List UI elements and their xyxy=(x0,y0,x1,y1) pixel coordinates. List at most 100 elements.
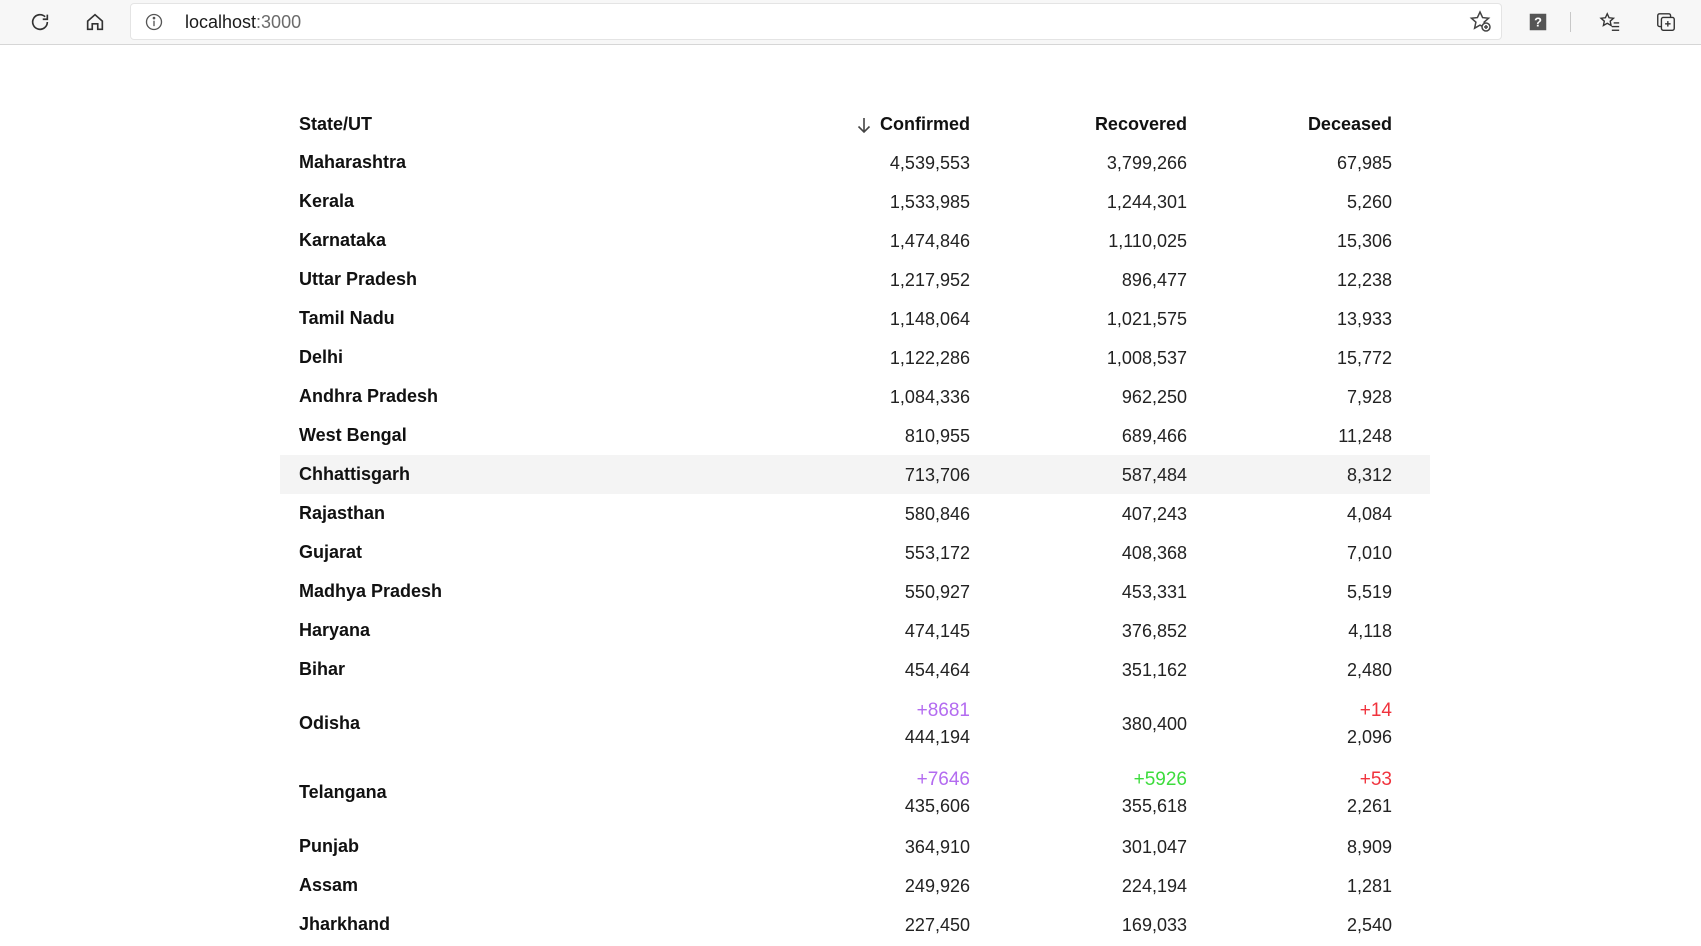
table-row[interactable]: Telangana +7646 435,606 +5926 355,618 +53 2,26… xyxy=(280,758,1430,827)
deceased-cell: 4,084 xyxy=(1347,494,1392,533)
recovered-value: 407,243 xyxy=(1121,503,1187,524)
address-bar[interactable]: localhost:3000 xyxy=(130,3,1502,40)
deceased-cell: 2,480 xyxy=(1347,650,1392,689)
table-row[interactable]: Andhra Pradesh 1,084,336 962,250 7,928 xyxy=(280,377,1430,416)
deceased-value: 2,261 xyxy=(1346,795,1392,816)
recovered-cell: 351,162 xyxy=(1122,650,1187,689)
recovered-value: 3,799,266 xyxy=(1106,152,1187,173)
table-row[interactable]: Uttar Pradesh 1,217,952 896,477 12,238 xyxy=(280,260,1430,299)
header-confirmed-label: Confirmed xyxy=(880,114,970,134)
deceased-cell: 5,519 xyxy=(1347,572,1392,611)
recovered-cell: 3,799,266 xyxy=(1107,143,1187,182)
confirmed-cell: 580,846 xyxy=(905,494,970,533)
deceased-cell: 67,985 xyxy=(1337,143,1392,182)
table-row[interactable]: Kerala 1,533,985 1,244,301 5,260 xyxy=(280,182,1430,221)
recovered-cell: 896,477 xyxy=(1122,260,1187,299)
table-row[interactable]: Jharkhand 227,450 169,033 2,540 xyxy=(280,905,1430,944)
header-state[interactable]: State/UT xyxy=(299,106,372,143)
state-name: Andhra Pradesh xyxy=(299,386,439,406)
table-row[interactable]: Punjab 364,910 301,047 8,909 xyxy=(280,827,1430,866)
confirmed-cell: 474,145 xyxy=(905,611,970,650)
confirmed-cell: 227,450 xyxy=(905,905,970,944)
deceased-cell: 4,118 xyxy=(1348,611,1392,650)
add-favorite-icon[interactable] xyxy=(1468,9,1492,38)
refresh-icon[interactable] xyxy=(24,6,56,38)
recovered-cell: 962,250 xyxy=(1122,377,1187,416)
recovered-value: 962,250 xyxy=(1121,386,1187,407)
favorites-icon[interactable] xyxy=(1594,6,1626,38)
recovered-cell: 689,466 xyxy=(1122,416,1187,455)
deceased-value: 67,985 xyxy=(1336,152,1392,173)
table-row[interactable]: Bihar 454,464 351,162 2,480 xyxy=(280,650,1430,689)
table-row[interactable]: Assam 249,926 224,194 1,281 xyxy=(280,866,1430,905)
deceased-cell: 11,248 xyxy=(1338,416,1392,455)
confirmed-cell: 1,148,064 xyxy=(890,299,970,338)
deceased-value: 2,480 xyxy=(1346,659,1392,680)
confirmed-value: 713,706 xyxy=(904,464,970,485)
deceased-value: 8,909 xyxy=(1346,836,1392,857)
confirmed-cell: 1,122,286 xyxy=(890,338,970,377)
table-row[interactable]: Delhi 1,122,286 1,008,537 15,772 xyxy=(280,338,1430,377)
recovered-cell: 408,368 xyxy=(1122,533,1187,572)
table-row[interactable]: Odisha +8681 444,194 380,400 +14 2,096 xyxy=(280,689,1430,758)
confirmed-value: 1,474,846 xyxy=(889,230,970,251)
header-recovered[interactable]: Recovered xyxy=(1095,106,1187,143)
deceased-cell: 15,306 xyxy=(1337,221,1392,260)
recovered-cell: 1,021,575 xyxy=(1107,299,1187,338)
confirmed-value: 364,910 xyxy=(904,836,970,857)
table-row[interactable]: Rajasthan 580,846 407,243 4,084 xyxy=(280,494,1430,533)
confirmed-value: 249,926 xyxy=(904,875,970,896)
recovered-delta: +5926 xyxy=(1133,768,1187,790)
confirmed-delta: +7646 xyxy=(916,768,970,790)
recovered-cell: 1,008,537 xyxy=(1107,338,1187,377)
table-row[interactable]: Haryana 474,145 376,852 4,118 xyxy=(280,611,1430,650)
deceased-value: 2,540 xyxy=(1346,914,1392,935)
collections-icon[interactable] xyxy=(1650,6,1682,38)
table-row[interactable]: Chhattisgarh 713,706 587,484 8,312 xyxy=(280,455,1430,494)
home-icon[interactable] xyxy=(79,6,111,38)
recovered-cell: 301,047 xyxy=(1122,827,1187,866)
confirmed-value: 454,464 xyxy=(904,659,970,680)
confirmed-value: 474,145 xyxy=(904,620,970,641)
confirmed-cell: 249,926 xyxy=(905,866,970,905)
state-name: Odisha xyxy=(299,713,361,733)
header-deceased[interactable]: Deceased xyxy=(1308,106,1392,143)
state-name: Rajasthan xyxy=(299,503,386,523)
deceased-delta: +14 xyxy=(1359,699,1392,721)
table-row[interactable]: Madhya Pradesh 550,927 453,331 5,519 xyxy=(280,572,1430,611)
recovered-value: 376,852 xyxy=(1121,620,1187,641)
extension-help-icon[interactable]: ? xyxy=(1522,6,1554,38)
table-row[interactable]: Gujarat 553,172 408,368 7,010 xyxy=(280,533,1430,572)
table-row[interactable]: Tamil Nadu 1,148,064 1,021,575 13,933 xyxy=(280,299,1430,338)
confirmed-cell: 550,927 xyxy=(905,572,970,611)
url-text[interactable]: localhost:3000 xyxy=(185,12,301,33)
confirmed-cell: 810,955 xyxy=(905,416,970,455)
site-info-icon[interactable] xyxy=(144,12,164,37)
confirmed-cell: 4,539,553 xyxy=(890,143,970,182)
confirmed-value: 4,539,553 xyxy=(889,152,970,173)
state-name: Punjab xyxy=(299,836,360,856)
header-confirmed[interactable]: Confirmed xyxy=(856,106,970,143)
deceased-cell: 15,772 xyxy=(1337,338,1392,377)
confirmed-value: 435,606 xyxy=(904,795,970,816)
confirmed-value: 227,450 xyxy=(904,914,970,935)
state-name: Karnataka xyxy=(299,230,387,250)
recovered-cell: 453,331 xyxy=(1122,572,1187,611)
table-row[interactable]: Karnataka 1,474,846 1,110,025 15,306 xyxy=(280,221,1430,260)
recovered-value: 689,466 xyxy=(1121,425,1187,446)
recovered-cell: 1,110,025 xyxy=(1108,221,1187,260)
state-name: Kerala xyxy=(299,191,355,211)
deceased-cell: 7,928 xyxy=(1347,377,1392,416)
state-name: Jharkhand xyxy=(299,914,391,934)
state-name: Gujarat xyxy=(299,542,363,562)
deceased-value: 15,306 xyxy=(1336,230,1392,251)
confirmed-value: 553,172 xyxy=(904,542,970,563)
confirmed-cell: 454,464 xyxy=(905,650,970,689)
state-name: Madhya Pradesh xyxy=(299,581,443,601)
confirmed-cell: 1,217,952 xyxy=(890,260,970,299)
confirmed-cell: +7646 435,606 xyxy=(905,758,970,827)
url-host: localhost xyxy=(185,12,257,32)
table-row[interactable]: West Bengal 810,955 689,466 11,248 xyxy=(280,416,1430,455)
arrow-down-icon xyxy=(857,117,871,133)
table-row[interactable]: Maharashtra 4,539,553 3,799,266 67,985 xyxy=(280,143,1430,182)
